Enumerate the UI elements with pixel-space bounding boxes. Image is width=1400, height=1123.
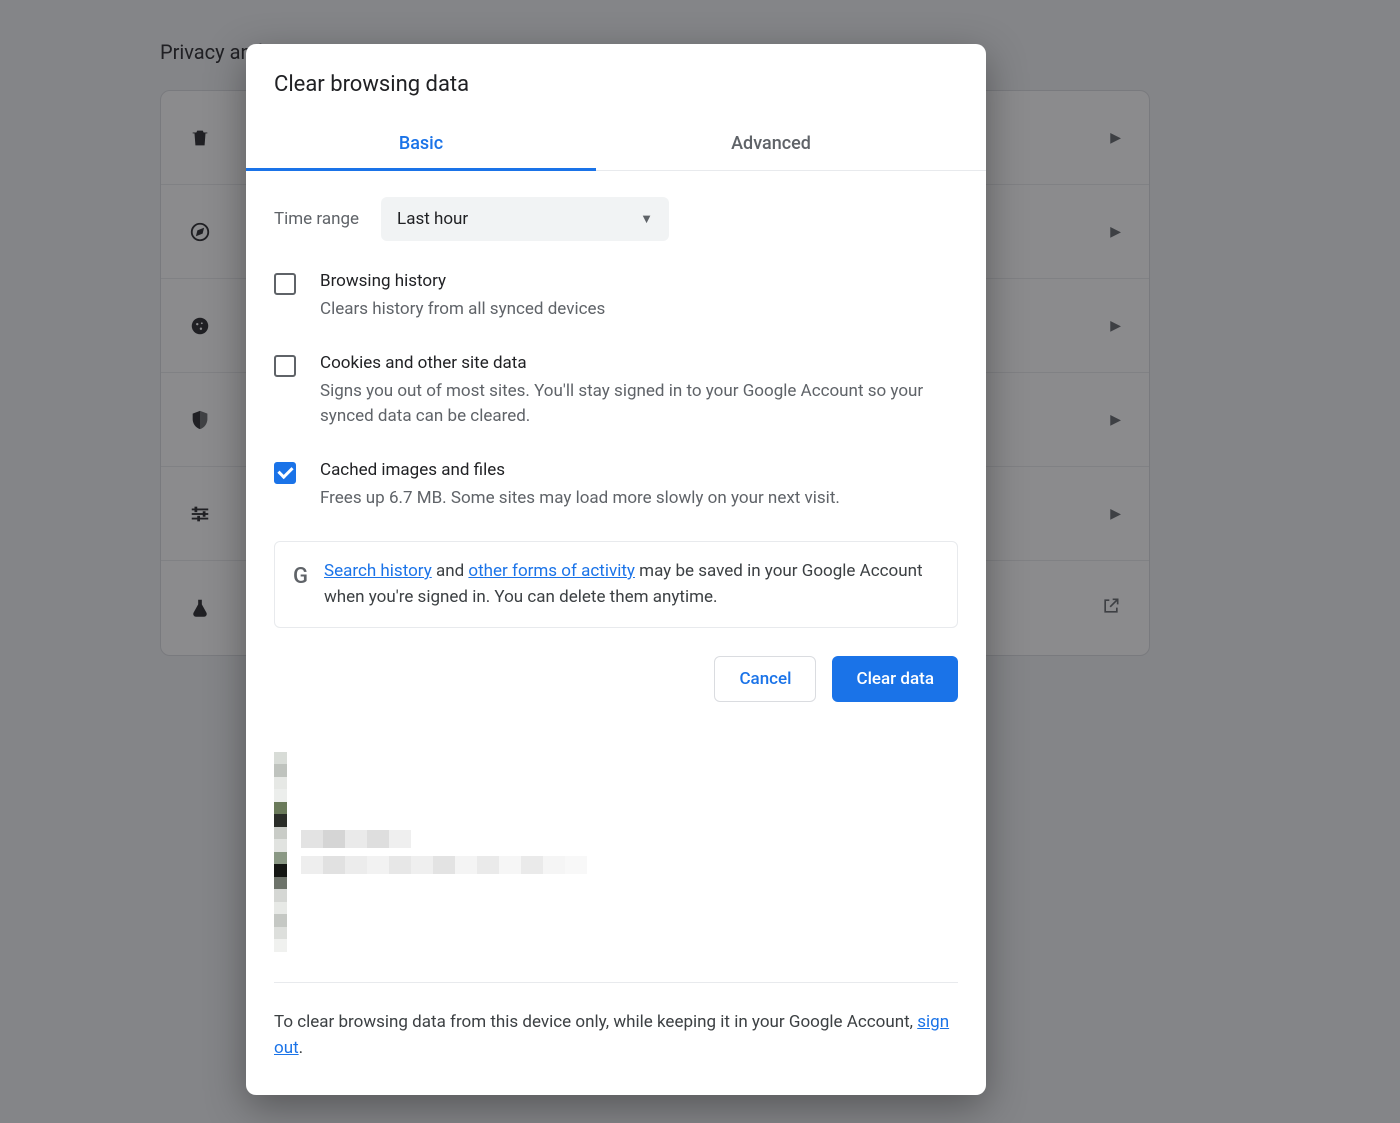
- clear-data-button[interactable]: Clear data: [832, 656, 958, 702]
- clear-browsing-data-dialog: Clear browsing data Basic Advanced Time …: [246, 44, 986, 1095]
- avatar-pixelated: [274, 752, 287, 952]
- tab-basic[interactable]: Basic: [246, 119, 596, 171]
- account-text-pixelated: [301, 830, 587, 874]
- option-title: Cached images and files: [320, 460, 840, 480]
- option-title: Cookies and other site data: [320, 353, 958, 373]
- option-desc: Clears history from all synced devices: [320, 297, 605, 323]
- option-cache[interactable]: Cached images and files Frees up 6.7 MB.…: [274, 460, 958, 512]
- option-desc: Signs you out of most sites. You'll stay…: [320, 379, 958, 430]
- account-strip-redacted: [246, 732, 986, 983]
- checkbox-cache[interactable]: [274, 462, 296, 484]
- option-title: Browsing history: [320, 271, 605, 291]
- link-other-activity[interactable]: other forms of activity: [468, 561, 635, 581]
- cancel-button[interactable]: Cancel: [714, 656, 816, 702]
- option-browsing-history[interactable]: Browsing history Clears history from all…: [274, 271, 958, 323]
- link-search-history[interactable]: Search history: [324, 561, 432, 581]
- option-desc: Frees up 6.7 MB. Some sites may load mor…: [320, 486, 840, 512]
- google-g-icon: G: [293, 560, 308, 594]
- dialog-tabs: Basic Advanced: [246, 119, 986, 171]
- option-cookies[interactable]: Cookies and other site data Signs you ou…: [274, 353, 958, 430]
- time-range-label: Time range: [274, 209, 359, 229]
- google-account-info: G Search history and other forms of acti…: [274, 541, 958, 628]
- checkbox-browsing-history[interactable]: [274, 273, 296, 295]
- dialog-title: Clear browsing data: [246, 44, 986, 119]
- time-range-select[interactable]: Last hour ▼: [381, 197, 669, 241]
- tab-advanced[interactable]: Advanced: [596, 119, 946, 170]
- caret-down-icon: ▼: [640, 211, 653, 227]
- dialog-footer-text: To clear browsing data from this device …: [246, 983, 986, 1096]
- time-range-value: Last hour: [397, 209, 468, 229]
- checkbox-cookies[interactable]: [274, 355, 296, 377]
